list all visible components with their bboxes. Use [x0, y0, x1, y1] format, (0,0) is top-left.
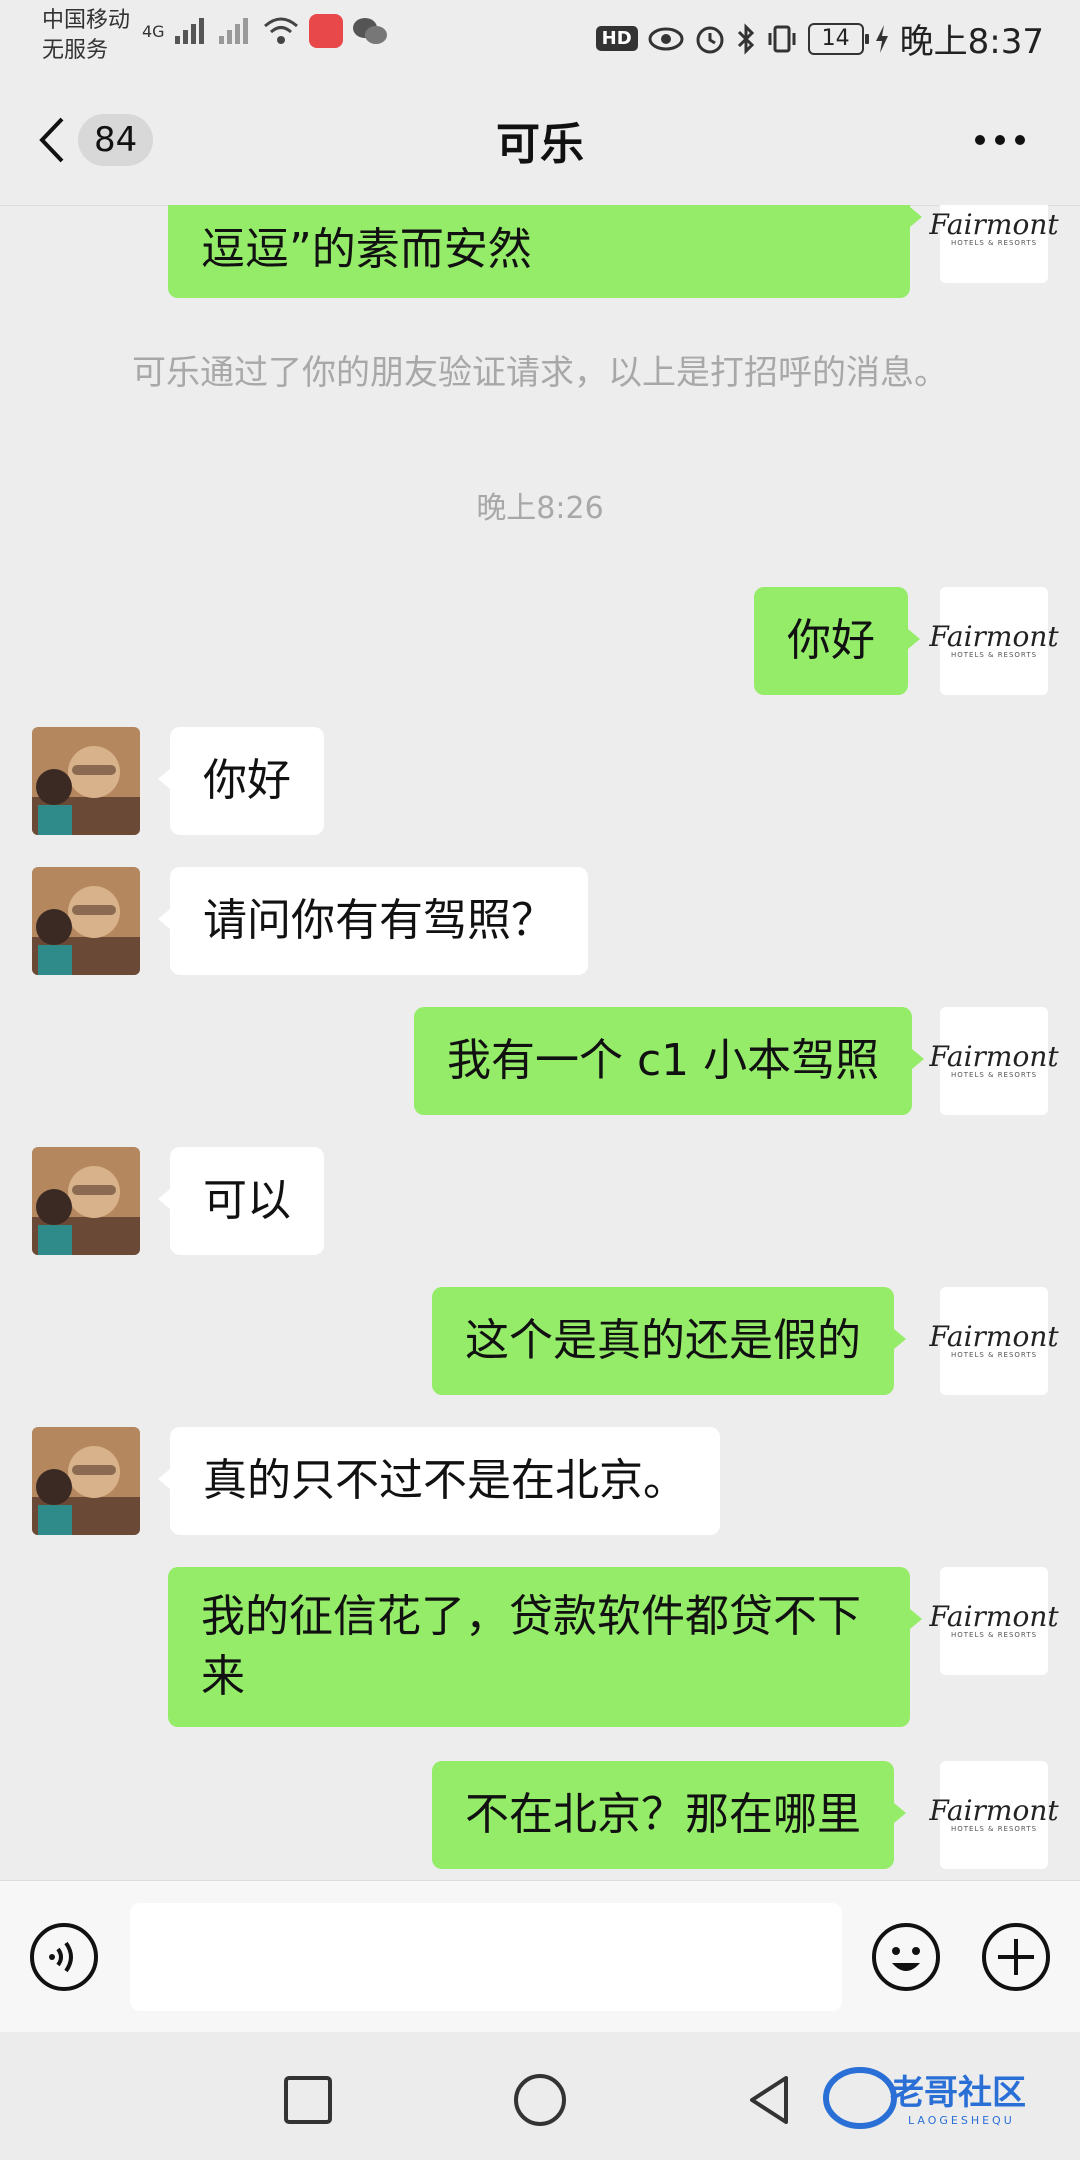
message-bubble-sent[interactable]: 我有一个 c1 小本驾照: [414, 1007, 925, 1115]
message-bubble-received[interactable]: 可以: [158, 1147, 324, 1255]
system-message: 可乐通过了你的朋友验证请求，以上是打招呼的消息。: [132, 353, 948, 393]
hd-icon: HD: [595, 26, 638, 51]
service-status: 无服务: [42, 38, 109, 63]
wechat-notification-icon: [352, 18, 387, 44]
bluetooth-icon: [737, 22, 754, 55]
home-button[interactable]: [510, 2070, 570, 2130]
message-bubble-sent[interactable]: 逗逗”的素而安然: [168, 205, 922, 298]
watermark-text: 老哥社区: [890, 2073, 1026, 2113]
contact-avatar[interactable]: [32, 1147, 140, 1255]
message-input[interactable]: [130, 1903, 842, 2011]
carrier-info: 中国移动 无服务: [42, 6, 130, 66]
wifi-icon: [263, 17, 298, 44]
watermark-logo: 老哥社区 LAOGESHEQU: [823, 2067, 1026, 2129]
message-text: 你好: [203, 755, 291, 806]
alarm-icon: [696, 26, 724, 53]
contact-avatar[interactable]: [32, 1427, 140, 1535]
more-icon: [975, 135, 1025, 145]
message-text: 真的只不过不是在北京。: [203, 1455, 687, 1506]
chat-header: 84 可乐: [0, 70, 1080, 206]
emoji-icon: [872, 1923, 940, 1991]
vibrate-icon: [768, 25, 796, 52]
message-text: 不在北京？那在哪里: [465, 1789, 861, 1840]
triangle-back-icon: [750, 2076, 788, 2124]
timestamp: 晚上8:26: [476, 491, 604, 526]
watermark-subtext: LAOGESHEQU: [908, 2114, 1015, 2127]
message-text: 请问你有有驾照？: [203, 895, 555, 946]
my-avatar[interactable]: Fairmont HOTELS & RESORTS: [929, 1007, 1059, 1115]
contact-avatar-image: [32, 867, 140, 975]
status-right-icons: HD 14 晚上8:37: [595, 14, 1044, 63]
avatar-logo-subtext: HOTELS & RESORTS: [950, 1631, 1038, 1639]
network-type: 4G: [142, 21, 165, 41]
emoji-button[interactable]: [870, 1921, 942, 1993]
message-list[interactable]: 逗逗”的素而安然 Fairmont HOTELS & RESORTS 可乐通过了…: [0, 205, 1080, 1880]
input-bar: [0, 1880, 1080, 2033]
avatar-logo-subtext: HOTELS & RESORTS: [950, 239, 1038, 247]
status-left-icons: 4G: [142, 14, 389, 48]
avatar-logo-text: Fairmont: [929, 1040, 1059, 1073]
signal-icon: [174, 18, 204, 44]
avatar-logo-subtext: HOTELS & RESORTS: [950, 651, 1038, 659]
message-text: 逗逗”的素而安然: [201, 224, 532, 275]
voice-input-button[interactable]: [28, 1921, 100, 1993]
contact-avatar-image: [32, 727, 140, 835]
avatar-logo-text: Fairmont: [929, 1600, 1059, 1633]
contact-avatar-image: [32, 1427, 140, 1535]
huawei-app-icon: [308, 14, 343, 48]
message-text: 我有一个 c1 小本驾照: [447, 1035, 880, 1086]
page-title: 可乐: [496, 119, 584, 170]
more-actions-button[interactable]: [980, 1921, 1052, 1993]
clock: 晚上8:37: [899, 22, 1044, 62]
circle-icon: [514, 2074, 566, 2126]
avatar-logo-text: Fairmont: [929, 1794, 1059, 1827]
battery-level: 14: [821, 26, 850, 51]
my-avatar[interactable]: Fairmont HOTELS & RESORTS: [929, 587, 1059, 695]
battery-icon: 14: [807, 22, 869, 55]
message-bubble-sent[interactable]: 我的征信花了，贷款软件都贷不下来: [168, 1567, 922, 1727]
message-bubble-sent[interactable]: 你好: [754, 587, 920, 695]
message-bubble-received[interactable]: 请问你有有驾照？: [158, 867, 588, 975]
avatar-logo-text: Fairmont: [929, 620, 1059, 653]
my-avatar[interactable]: Fairmont HOTELS & RESORTS: [929, 1761, 1059, 1869]
plus-icon: [982, 1923, 1050, 1991]
avatar-logo-subtext: HOTELS & RESORTS: [950, 1351, 1038, 1359]
message-text: 这个是真的还是假的: [465, 1315, 861, 1366]
message-text: 你好: [787, 615, 875, 666]
message-text: 可以: [203, 1175, 291, 1226]
message-bubble-received[interactable]: 真的只不过不是在北京。: [158, 1427, 720, 1535]
signal-no-service-icon: [218, 18, 248, 44]
my-avatar[interactable]: Fairmont HOTELS & RESORTS: [929, 205, 1059, 283]
voice-icon: [30, 1923, 98, 1991]
avatar-logo-text: Fairmont: [929, 1320, 1059, 1353]
avatar-logo-subtext: HOTELS & RESORTS: [950, 1825, 1038, 1833]
square-icon: [284, 2076, 332, 2124]
message-text: 我的征信花了，贷款软件都贷不下来: [201, 1591, 861, 1702]
contact-avatar-image: [32, 1147, 140, 1255]
more-options-button[interactable]: [970, 115, 1030, 165]
message-bubble-received[interactable]: 你好: [158, 727, 324, 835]
charging-icon: [875, 24, 888, 53]
recent-apps-button[interactable]: [278, 2070, 338, 2130]
message-bubble-sent[interactable]: 不在北京？那在哪里: [432, 1761, 906, 1869]
chat-screen: 中国移动 无服务 4G HD 14 晚上8:37 84 可乐 逗逗”的素而安然 …: [0, 0, 1080, 2160]
avatar-logo-subtext: HOTELS & RESORTS: [950, 1071, 1038, 1079]
contact-avatar[interactable]: [32, 727, 140, 835]
eye-comfort-icon: [648, 27, 684, 50]
avatar-logo-text: Fairmont: [929, 208, 1059, 241]
system-navigation-bar: 老哥社区 LAOGESHEQU: [0, 2032, 1080, 2160]
status-bar: 中国移动 无服务 4G HD 14 晚上8:37: [0, 0, 1080, 70]
carrier-name: 中国移动: [42, 8, 131, 33]
back-nav-button[interactable]: [740, 2070, 800, 2130]
my-avatar[interactable]: Fairmont HOTELS & RESORTS: [929, 1567, 1059, 1675]
contact-avatar[interactable]: [32, 867, 140, 975]
message-bubble-sent[interactable]: 这个是真的还是假的: [432, 1287, 906, 1395]
my-avatar[interactable]: Fairmont HOTELS & RESORTS: [929, 1287, 1059, 1395]
